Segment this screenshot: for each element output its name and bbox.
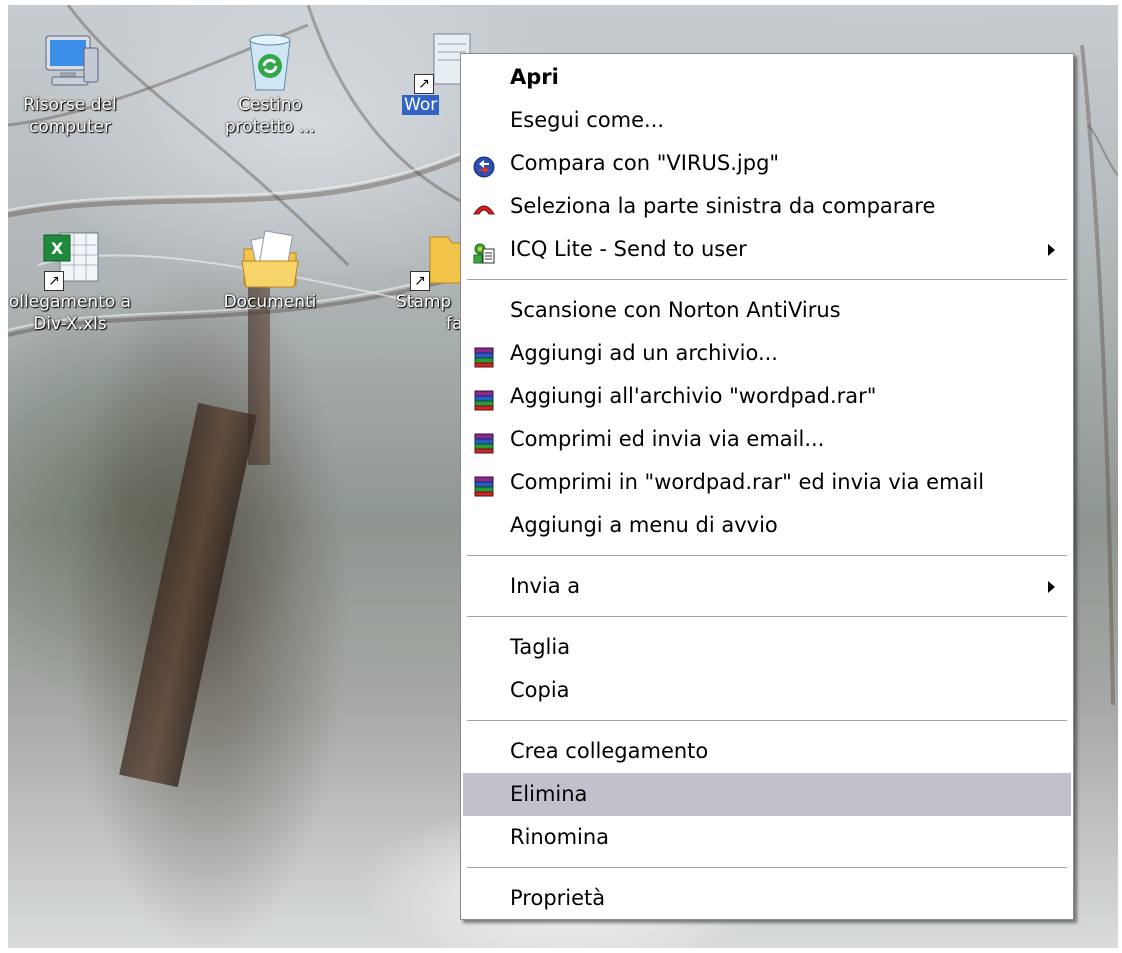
menu-item-label: Invia a xyxy=(510,574,581,598)
icon-label: Wor xyxy=(402,95,440,115)
menu-item-label: Copia xyxy=(510,678,570,702)
menu-separator xyxy=(467,720,1067,721)
menu-item-label: Compara con "VIRUS.jpg" xyxy=(510,151,780,175)
menu-item-label: Proprietà xyxy=(510,886,606,910)
icon-label: Div-X.xls xyxy=(33,314,107,334)
menu-item-label: Esegui come... xyxy=(510,108,665,132)
menu-item-label: Rinomina xyxy=(510,825,610,849)
winrar-icon xyxy=(472,470,496,497)
menu-item-label: Comprimi ed invia via email... xyxy=(510,427,825,451)
desktop-icon-documents[interactable]: Documenti xyxy=(200,227,340,313)
menu-item-label: Aggiungi all'archivio "wordpad.rar" xyxy=(510,384,877,408)
menu-item-label: Apri xyxy=(510,65,559,89)
menu-item-add-to-archive[interactable]: Aggiungi ad un archivio... xyxy=(463,332,1071,375)
desktop-icon-excel-shortcut[interactable]: X ↗ ollegamento a Div-X.xls xyxy=(8,227,140,335)
icon-label: computer xyxy=(29,117,111,137)
menu-item-rename[interactable]: Rinomina xyxy=(463,816,1071,859)
menu-item-compress-wordpad-email[interactable]: Comprimi in "wordpad.rar" ed invia via e… xyxy=(463,461,1071,504)
documents-icon xyxy=(238,227,302,291)
computer-icon xyxy=(38,30,102,94)
menu-item-cut[interactable]: Taglia xyxy=(463,626,1071,669)
menu-item-compress-email[interactable]: Comprimi ed invia via email... xyxy=(463,418,1071,461)
winrar-icon xyxy=(472,384,496,411)
menu-item-label: Taglia xyxy=(510,635,571,659)
icon-label: Risorse del xyxy=(23,95,117,115)
submenu-arrow-icon xyxy=(1048,581,1055,593)
menu-item-run-as[interactable]: Esegui come... xyxy=(463,99,1071,142)
menu-item-copy[interactable]: Copia xyxy=(463,669,1071,712)
menu-item-label: ICQ Lite - Send to user xyxy=(510,237,747,261)
menu-item-add-to-start-menu[interactable]: Aggiungi a menu di avvio xyxy=(463,504,1071,547)
shortcut-arrow-icon: ↗ xyxy=(414,74,434,94)
compare-icon xyxy=(472,151,496,178)
menu-item-label: Scansione con Norton AntiVirus xyxy=(510,298,841,322)
submenu-arrow-icon xyxy=(1048,244,1055,256)
menu-item-properties[interactable]: Proprietà xyxy=(463,877,1071,920)
icon-label: protetto ... xyxy=(224,117,316,137)
context-menu: Apri Esegui come... Compara con "VIRUS.j… xyxy=(460,53,1074,920)
menu-item-add-to-wordpad-rar[interactable]: Aggiungi all'archivio "wordpad.rar" xyxy=(463,375,1071,418)
menu-item-open[interactable]: Apri xyxy=(463,56,1071,99)
menu-separator xyxy=(467,616,1067,617)
menu-item-label: Aggiungi ad un archivio... xyxy=(510,341,778,365)
icq-icon xyxy=(472,237,496,264)
menu-item-send-to[interactable]: Invia a xyxy=(463,565,1071,608)
select-left-icon xyxy=(472,194,496,218)
menu-item-label: Comprimi in "wordpad.rar" ed invia via e… xyxy=(510,470,985,494)
shortcut-arrow-icon: ↗ xyxy=(410,271,430,291)
menu-item-label: Elimina xyxy=(510,782,588,806)
menu-item-create-shortcut[interactable]: Crea collegamento xyxy=(463,730,1071,773)
winrar-icon xyxy=(472,341,496,368)
desktop-icon-my-computer[interactable]: Risorse del computer xyxy=(8,30,140,138)
menu-item-select-left[interactable]: Seleziona la parte sinistra da comparare xyxy=(463,185,1071,228)
desktop-icon-recycle-bin[interactable]: Cestino protetto ... xyxy=(200,30,340,138)
menu-item-icq-send[interactable]: ICQ Lite - Send to user xyxy=(463,228,1071,271)
excel-icon: X ↗ xyxy=(38,227,102,291)
recycle-bin-icon xyxy=(238,30,302,94)
menu-item-label: Seleziona la parte sinistra da comparare xyxy=(510,194,936,218)
menu-separator xyxy=(467,555,1067,556)
folder-icon: ↗ xyxy=(404,227,469,291)
tree-trunk xyxy=(119,402,257,788)
menu-item-compare-with[interactable]: Compara con "VIRUS.jpg" xyxy=(463,142,1071,185)
icon-label: Documenti xyxy=(223,292,317,312)
svg-text:X: X xyxy=(51,239,64,258)
menu-item-delete[interactable]: Elimina xyxy=(463,773,1071,816)
menu-item-label: Crea collegamento xyxy=(510,739,709,763)
icon-label: Cestino xyxy=(238,95,302,115)
menu-separator xyxy=(467,867,1067,868)
icon-label: ollegamento a xyxy=(8,292,132,312)
winrar-icon xyxy=(472,427,496,454)
menu-separator xyxy=(467,279,1067,280)
menu-item-norton-scan[interactable]: Scansione con Norton AntiVirus xyxy=(463,289,1071,332)
menu-item-label: Aggiungi a menu di avvio xyxy=(510,513,778,537)
shortcut-arrow-icon: ↗ xyxy=(44,271,64,291)
